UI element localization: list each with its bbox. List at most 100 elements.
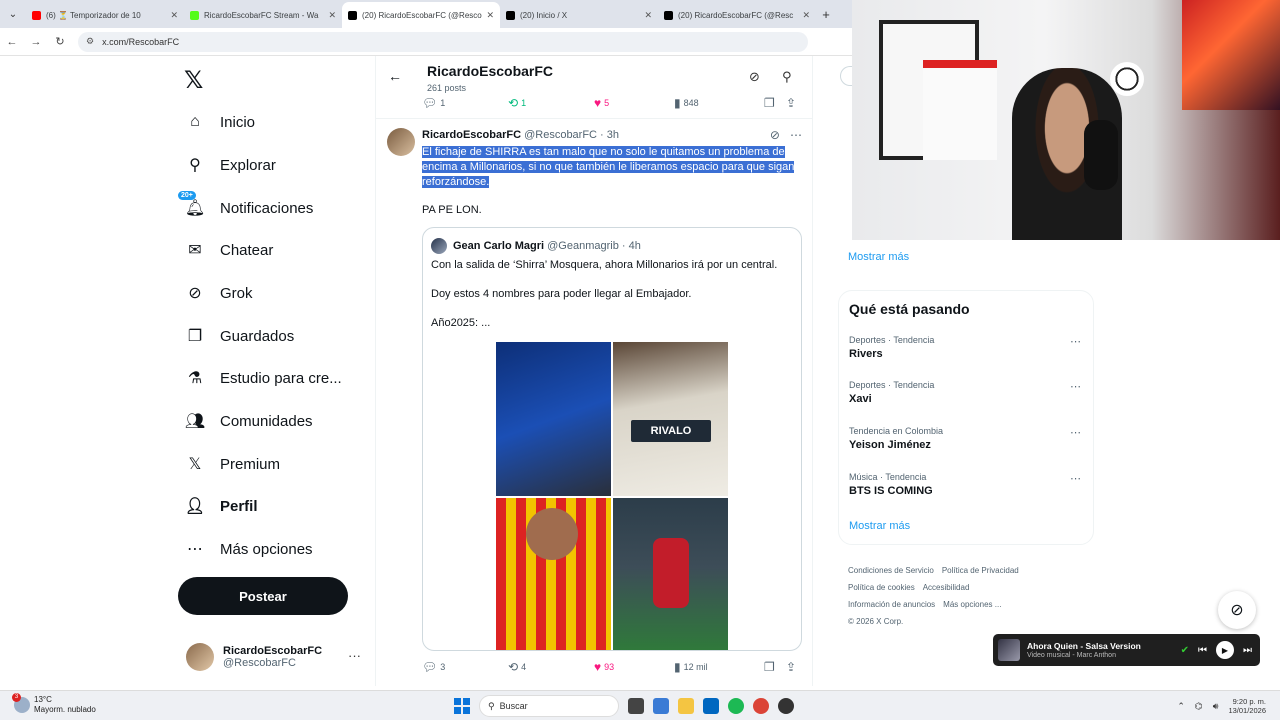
weather-widget[interactable]: 3 13°C Mayorm. nublado: [12, 693, 96, 715]
bell-icon: 🔔︎ 20+: [178, 191, 206, 219]
nav-notificaciones[interactable]: 🔔︎ 20+ Notificaciones: [178, 188, 313, 228]
trend-item[interactable]: Deportes · Tendencia Xavi ⋯: [849, 380, 1085, 405]
forward-arrow-icon[interactable]: →: [24, 36, 48, 48]
like-button[interactable]: ♥ 93: [594, 660, 674, 674]
close-tab-icon[interactable]: ✕: [802, 10, 810, 21]
quoted-tweet[interactable]: Gean Carlo Magri @Geanmagrib · 4h Con la…: [422, 227, 802, 651]
file-explorer-icon[interactable]: [678, 698, 694, 714]
share-button[interactable]: ⇪: [786, 660, 796, 674]
views-button[interactable]: ▮ 848: [674, 96, 764, 110]
nav-estudio[interactable]: ⚗ Estudio para cre...: [184, 358, 342, 398]
profile-header: ← RicardoEscobarFC 261 posts ⊘ ⚲: [376, 56, 812, 96]
browser-tab[interactable]: (20) Inicio / X ✕: [500, 2, 658, 28]
footer-link[interactable]: Más opciones ...: [943, 600, 1001, 609]
avatar[interactable]: [387, 128, 415, 156]
show-more-link[interactable]: Mostrar más: [849, 520, 910, 532]
network-icon[interactable]: ⌬: [1195, 701, 1203, 712]
more-icon[interactable]: ⋯: [1070, 426, 1081, 439]
album-thumbnail: [998, 639, 1020, 661]
share-button[interactable]: ⇪: [786, 96, 796, 110]
player-photo[interactable]: [613, 498, 728, 650]
grok-icon[interactable]: ⊘: [749, 69, 760, 85]
new-tab-button[interactable]: +: [816, 2, 836, 28]
chrome-icon[interactable]: [753, 698, 769, 714]
nav-explorar[interactable]: ⚲ Explorar: [184, 145, 276, 185]
windows-start-icon[interactable]: [454, 698, 470, 714]
like-button[interactable]: ♥ 5: [594, 96, 674, 110]
tweet-handle-time: @RescobarFC · 3h: [524, 129, 620, 141]
x-favicon-icon: [664, 10, 673, 20]
x-logo-icon[interactable]: 𝕏: [184, 66, 203, 95]
nav-inicio[interactable]: ⌂ Inicio: [184, 102, 255, 142]
trend-item[interactable]: Deportes · Tendencia Rivers ⋯: [849, 335, 1085, 360]
browser-tab-active[interactable]: (20) RicardoEscobarFC (@Resco ✕: [342, 2, 500, 28]
footer-link[interactable]: Política de Privacidad: [942, 566, 1019, 575]
close-tab-icon[interactable]: ✕: [486, 10, 494, 21]
back-arrow-icon[interactable]: ←: [0, 36, 24, 48]
next-track-icon[interactable]: ⏭: [1243, 645, 1252, 656]
retweet-icon: ⟲: [508, 96, 519, 110]
close-tab-icon[interactable]: ✕: [328, 10, 336, 21]
url-field[interactable]: ⚙ x.com/RescobarFC: [78, 31, 808, 52]
player-photo[interactable]: RIVALO: [613, 342, 728, 496]
footer-link[interactable]: Accesibilidad: [923, 583, 970, 592]
nav-perfil[interactable]: 👤︎ Perfil: [184, 486, 258, 526]
footer-link[interactable]: Política de cookies: [848, 583, 915, 592]
show-more-link[interactable]: Mostrar más: [848, 251, 909, 263]
tab-search-button[interactable]: ⌄: [0, 0, 26, 28]
clock[interactable]: 9:20 p. m. 13/01/2026: [1228, 697, 1266, 715]
nav-guardados[interactable]: ❐ Guardados: [184, 316, 294, 356]
nav-comunidades[interactable]: 👥︎ Comunidades: [184, 401, 313, 441]
chevron-up-icon[interactable]: ⌃: [1177, 701, 1185, 712]
close-tab-icon[interactable]: ✕: [170, 10, 178, 21]
trend-item[interactable]: Tendencia en Colombia Yeison Jiménez ⋯: [849, 426, 1085, 451]
media-player-popup[interactable]: Ahora Quien - Salsa Version Video musica…: [993, 634, 1260, 666]
nav-chatear[interactable]: ✉ Chatear: [184, 230, 273, 270]
grok-icon[interactable]: ⊘: [770, 128, 780, 142]
spotify-icon[interactable]: [728, 698, 744, 714]
volume-icon[interactable]: 🔊︎: [1213, 701, 1219, 712]
store-icon[interactable]: [703, 698, 719, 714]
reply-button[interactable]: 💬︎ 3: [422, 660, 508, 674]
trend-item[interactable]: Música · Tendencia BTS IS COMING ⋯: [849, 472, 1085, 497]
obs-icon[interactable]: [778, 698, 794, 714]
more-icon[interactable]: ⋯: [790, 128, 802, 142]
search-icon[interactable]: ⚲: [782, 69, 792, 85]
more-icon[interactable]: ⋯: [1070, 335, 1081, 348]
account-menu-icon[interactable]: ···: [348, 648, 361, 663]
nav-premium[interactable]: 𝕏 Premium: [184, 444, 280, 484]
site-info-icon[interactable]: ⚙: [86, 36, 94, 47]
browser-tab[interactable]: (20) RicardoEscobarFC (@Resc ✕: [658, 2, 816, 28]
quoted-author-name: Gean Carlo Magri: [453, 240, 545, 252]
task-view-icon[interactable]: [628, 698, 644, 714]
back-arrow-icon[interactable]: ←: [388, 68, 402, 84]
player-photo[interactable]: [496, 498, 611, 650]
tweet-author-name[interactable]: RicardoEscobarFC: [422, 129, 521, 141]
nav-mas-opciones[interactable]: ⋯ Más opciones: [184, 529, 313, 569]
taskbar-search[interactable]: ⚲ Buscar: [479, 695, 619, 717]
more-icon[interactable]: ⋯: [1070, 472, 1081, 485]
browser-tab[interactable]: RicardoEscobarFC Stream - Wa ✕: [184, 2, 342, 28]
reply-button[interactable]: 💬︎ 1: [422, 96, 508, 110]
close-tab-icon[interactable]: ✕: [644, 10, 652, 21]
post-button[interactable]: Postear: [178, 577, 348, 615]
grok-floating-button[interactable]: ⊘: [1218, 591, 1256, 629]
previous-track-icon[interactable]: ⏮: [1198, 645, 1207, 656]
bookmark-button[interactable]: ❐: [764, 96, 786, 110]
footer-link[interactable]: Condiciones de Servicio: [848, 566, 934, 575]
widgets-icon[interactable]: [653, 698, 669, 714]
views-button[interactable]: ▮ 12 mil: [674, 660, 764, 674]
weather-badge: 3: [12, 693, 21, 702]
account-switcher[interactable]: RicardoEscobarFC @RescobarFC ···: [186, 640, 361, 674]
browser-tab[interactable]: (6) ⏳ Temporizador de 10 ✕: [26, 2, 184, 28]
nav-grok[interactable]: ⊘ Grok: [184, 273, 252, 313]
play-icon[interactable]: ▶: [1216, 641, 1234, 659]
player-photo[interactable]: [496, 342, 611, 496]
retweet-button[interactable]: ⟲ 1: [508, 96, 594, 110]
more-icon[interactable]: ⋯: [1070, 380, 1081, 393]
footer-link[interactable]: Información de anuncios: [848, 600, 935, 609]
bookmark-button[interactable]: ❐: [764, 660, 786, 674]
search-box-edge[interactable]: [840, 66, 852, 86]
retweet-button[interactable]: ⟲ 4: [508, 660, 594, 674]
reload-icon[interactable]: ↻: [48, 35, 72, 48]
